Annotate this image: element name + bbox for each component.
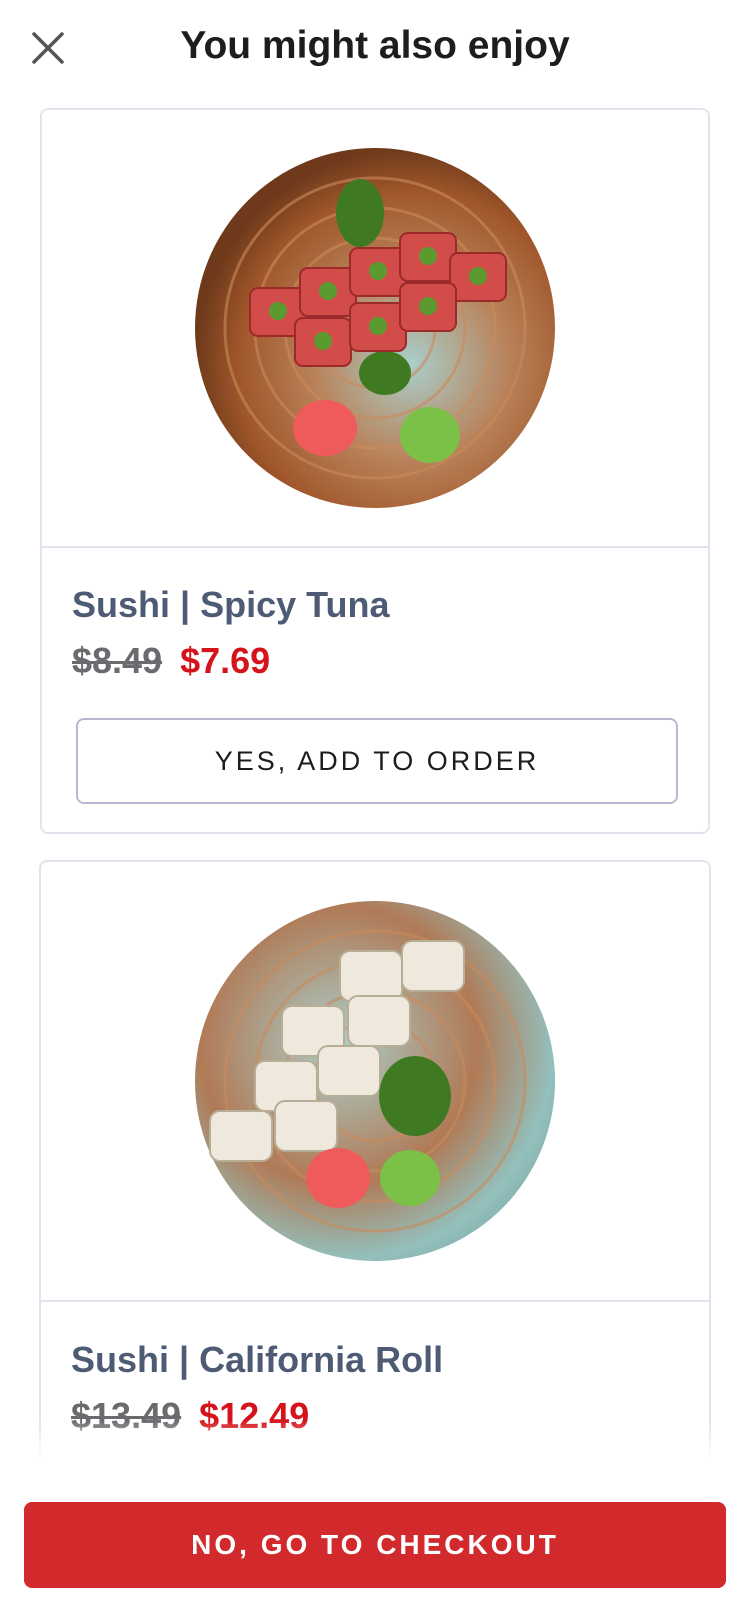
page-title: You might also enjoy [180, 24, 570, 67]
product-image-spicy-tuna [42, 110, 708, 548]
product-name: Sushi | California Roll [71, 1339, 444, 1380]
scroll-fade [0, 1420, 750, 1460]
add-to-order-button[interactable]: YES, ADD TO ORDER [76, 718, 678, 804]
product-image-california-roll [41, 862, 709, 1302]
price-row: $8.49 $7.69 [72, 640, 270, 682]
checkout-button[interactable]: NO, GO TO CHECKOUT [24, 1502, 726, 1588]
header: You might also enjoy [0, 0, 750, 100]
sushi-plate-image [195, 901, 555, 1261]
product-card-spicy-tuna: Sushi | Spicy Tuna $8.49 $7.69 YES, ADD … [40, 108, 710, 834]
product-name: Sushi | Spicy Tuna [72, 584, 390, 625]
sushi-plate-image [195, 148, 555, 508]
original-price: $8.49 [72, 640, 163, 681]
sale-price: $7.69 [180, 640, 271, 681]
